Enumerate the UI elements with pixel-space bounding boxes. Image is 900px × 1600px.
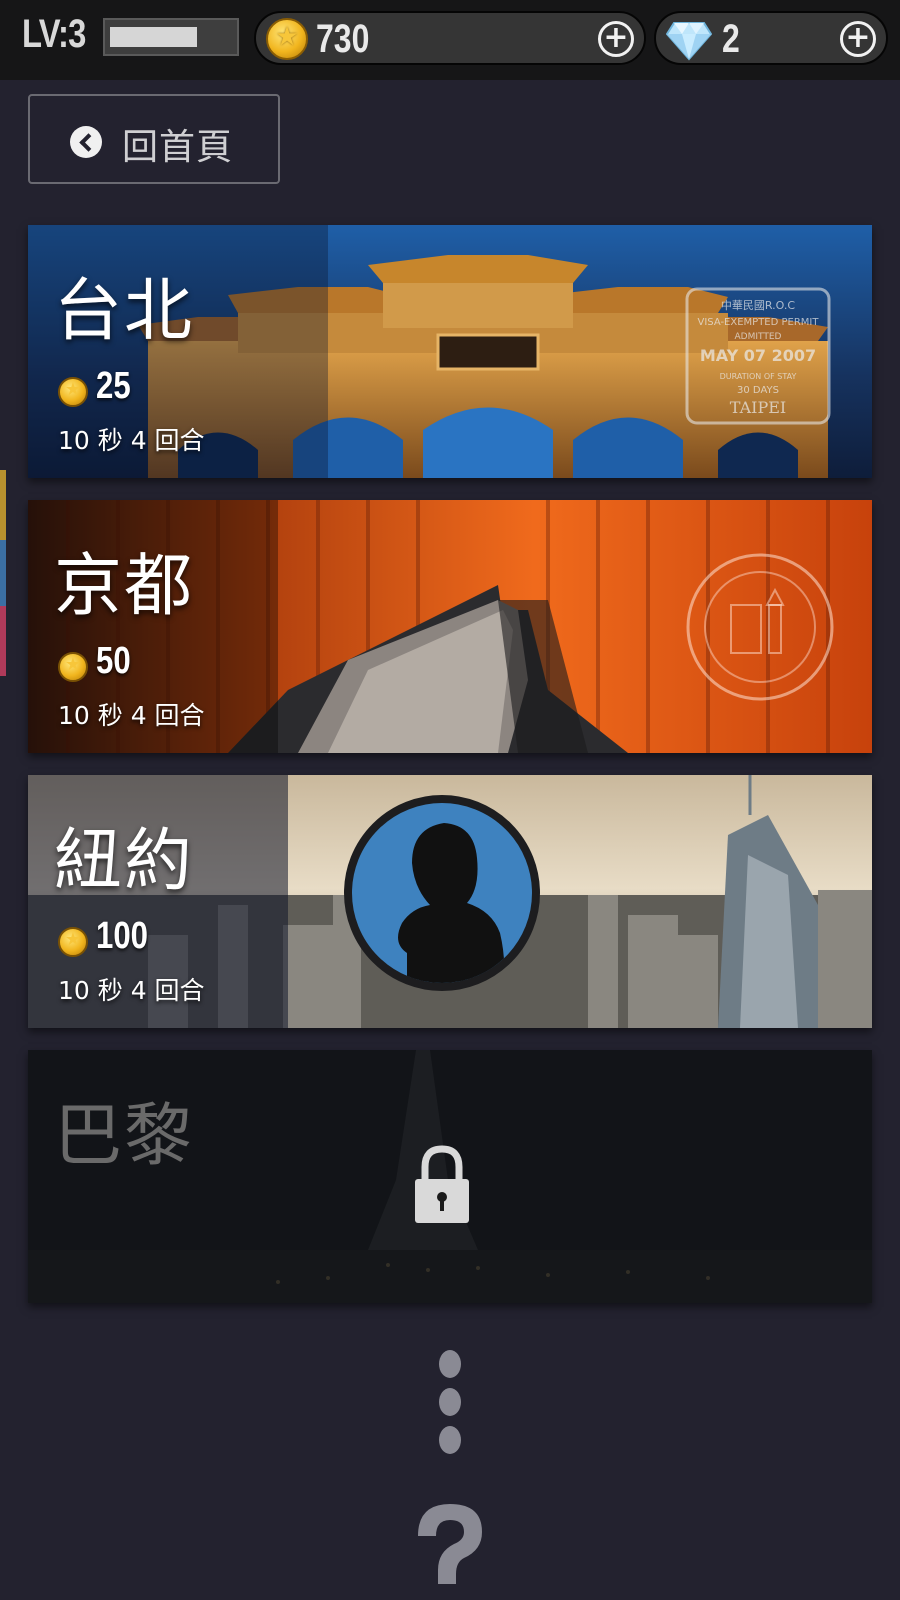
left-edge-accent	[0, 470, 6, 540]
taipei-passport-stamp: 中華民國R.O.C VISA-EXEMPTED PERMIT ADMITTED …	[685, 287, 831, 425]
city-cost: 50	[96, 640, 131, 682]
dot	[439, 1426, 461, 1454]
coin-icon	[58, 652, 88, 682]
city-name: 紐約	[54, 822, 195, 901]
stamp-line: 30 DAYS	[737, 385, 779, 396]
city-name: 巴黎	[54, 1097, 195, 1176]
city-name: 台北	[54, 272, 195, 351]
top-status-bar: LV:3 730 + 2 +	[0, 0, 900, 80]
xp-progress-bar	[103, 18, 239, 56]
left-edge-accent	[0, 606, 6, 676]
city-rule: 10 秒 4 回合	[58, 976, 205, 1005]
city-cost: 25	[96, 365, 131, 407]
coin-balance: 730 +	[254, 11, 646, 65]
stamp-line: MAY 07 2007	[700, 346, 816, 365]
kyoto-station-stamp	[686, 553, 834, 701]
silhouette-icon	[398, 823, 505, 983]
locked-opponent-avatar	[344, 795, 540, 991]
stamp-line: ADMITTED	[735, 332, 782, 342]
stamp-line: DURATION OF STAY	[720, 372, 797, 381]
city-rule: 10 秒 4 回合	[58, 426, 205, 455]
gem-icon	[666, 22, 712, 61]
city-card-new-york[interactable]: 紐約 100 10 秒 4 回合	[28, 775, 872, 1028]
city-card-paris[interactable]: 巴黎	[28, 1050, 872, 1303]
coin-icon	[58, 927, 88, 957]
dot	[439, 1350, 461, 1378]
gem-amount: 2	[722, 17, 740, 61]
chevron-left-icon	[70, 126, 102, 158]
coin-amount: 730	[316, 17, 370, 61]
question-mark-icon	[418, 1504, 482, 1584]
back-home-button[interactable]: 回首頁	[28, 94, 280, 184]
stamp-line: 中華民國R.O.C	[721, 299, 795, 312]
left-edge-accent	[0, 540, 6, 606]
stamp-line: TAIPEI	[730, 398, 786, 417]
add-gems-button[interactable]: +	[840, 21, 876, 57]
add-coins-button[interactable]: +	[598, 21, 634, 57]
lock-icon	[415, 1145, 469, 1223]
xp-progress-fill	[110, 27, 197, 47]
coin-icon	[58, 377, 88, 407]
player-level: LV:3	[22, 12, 86, 56]
city-cost: 100	[96, 915, 148, 957]
ellipsis-vertical-icon	[439, 1350, 461, 1464]
gem-balance: 2 +	[654, 11, 888, 65]
stamp-line: VISA-EXEMPTED PERMIT	[698, 317, 820, 328]
city-card-taipei[interactable]: 中華民國R.O.C VISA-EXEMPTED PERMIT ADMITTED …	[28, 225, 872, 478]
coin-icon	[266, 18, 308, 60]
city-card-kyoto[interactable]: 京都 50 10 秒 4 回合	[28, 500, 872, 753]
city-rule: 10 秒 4 回合	[58, 701, 205, 730]
city-name: 京都	[54, 547, 195, 626]
back-home-label: 回首頁	[122, 127, 234, 168]
dot	[439, 1388, 461, 1416]
